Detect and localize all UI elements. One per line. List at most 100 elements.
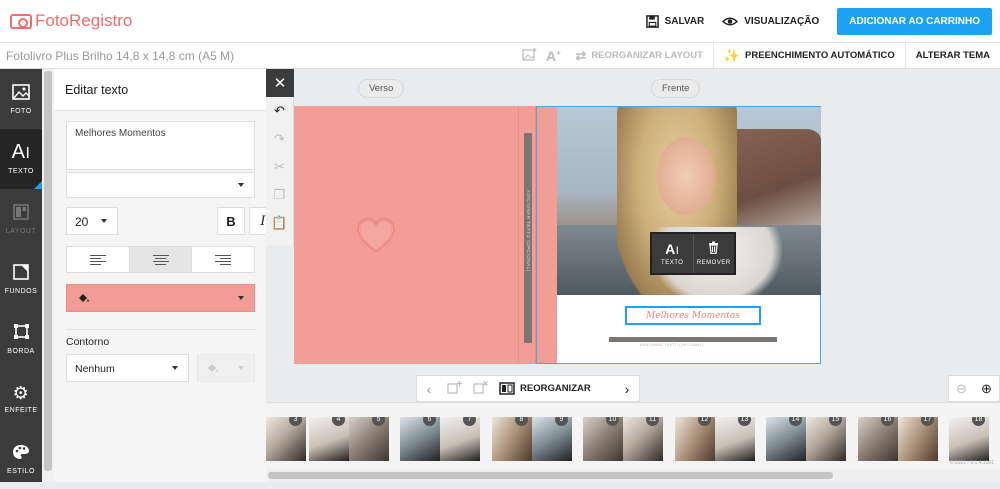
nav-borda[interactable]: BORDA (0, 309, 42, 369)
camera-logo-icon (10, 13, 32, 29)
reorganize-label: REORGANIZAR (520, 383, 591, 394)
front-cover-label: Frente (651, 79, 701, 98)
gear-icon: ⚙ (12, 383, 30, 403)
thumbnail-page[interactable]: 10 (583, 417, 623, 461)
thumbnail-page[interactable]: 9 (532, 417, 572, 461)
cut-icon[interactable]: ✂ (266, 153, 293, 181)
thumbnail-page[interactable]: 11 (623, 417, 663, 461)
thumbnail-spread[interactable]: 10 11 (583, 417, 663, 461)
tool-sidebar: FOTO AI TEXTO LAYOUT FUNDOS BORDA ⚙ ENFE… (0, 69, 42, 482)
edit-text-panel: Editar texto 20 B I U Contorno Nenhum (54, 69, 309, 482)
thumbnail-page[interactable]: 6 (400, 417, 440, 461)
cover-title-textbox[interactable]: Melhores Momentos (625, 306, 761, 325)
reorganize-button[interactable]: REORGANIZAR (499, 382, 591, 395)
thumbnail-page[interactable]: 13 (715, 417, 755, 461)
add-photo-icon[interactable] (517, 47, 541, 64)
add-to-cart-button[interactable]: ADICIONAR AO CARRINHO (837, 7, 992, 35)
top-header: FotoRegistro SALVAR VISUALIZAÇÃO ADICION… (0, 0, 1000, 43)
heart-icon[interactable] (356, 218, 396, 254)
back-cover-page[interactable] (294, 106, 518, 364)
remove-page-icon[interactable] (467, 380, 493, 397)
thumbnail-spread[interactable]: 12 13 (675, 417, 755, 461)
thumbnail-spread[interactable]: 14 15 (766, 417, 846, 461)
outline-color-select[interactable] (197, 354, 255, 382)
thumbnail-page[interactable]: 8 (492, 417, 532, 461)
spine-text-label: ADICIONAR TEXTO (OPCIONAL) (526, 190, 531, 272)
thumbnail-page[interactable]: 16 (858, 417, 898, 461)
outline-label: Contorno (66, 336, 110, 348)
subtitle-placeholder-label: ADICIONAR TEXTO (OPCIONAL) (640, 343, 704, 347)
page-number: 5 (372, 417, 385, 426)
sidebar-scrollbar[interactable] (42, 69, 54, 482)
reorganize-layout-button[interactable]: ⇄ REORGANIZAR LAYOUT (565, 43, 712, 68)
text-content-input[interactable] (66, 121, 255, 170)
copy-icon[interactable]: ❐ (266, 181, 293, 209)
thumbnail-spread[interactable]: 4 5 (309, 417, 389, 461)
close-panel-button[interactable]: ✕ (266, 69, 294, 97)
text-color-select[interactable] (66, 284, 255, 312)
scrollbar-thumb[interactable] (44, 71, 52, 471)
thumbnail-page[interactable]: 7 (440, 417, 480, 461)
add-text-icon[interactable]: A+ (541, 48, 565, 64)
preview-button[interactable]: VISUALIZAÇÃO (722, 16, 819, 27)
auto-fill-button[interactable]: ✨ PREENCHIMENTO AUTOMÁTICO (714, 43, 905, 68)
thumbnail-page[interactable]: 12 (675, 417, 715, 461)
logo[interactable]: FotoRegistro (10, 11, 132, 31)
chevron-down-icon (101, 219, 107, 223)
chevron-left-icon[interactable]: ‹ (417, 381, 441, 397)
nav-layout[interactable]: LAYOUT (0, 189, 42, 249)
paste-icon[interactable]: 📋 (266, 209, 293, 237)
font-size-select[interactable]: 20 (66, 207, 118, 235)
redo-icon[interactable]: ↷ (266, 125, 293, 153)
scrollbar-thumb[interactable] (268, 472, 833, 479)
version-text: © 2021 - 5.1.4.1061 (949, 460, 994, 466)
nav-texto[interactable]: AI TEXTO (0, 129, 42, 189)
thumbnail-page[interactable]: 3 (266, 417, 306, 461)
outline-value: Nenhum (75, 363, 115, 375)
align-left-icon (89, 253, 106, 267)
zoom-out-icon[interactable]: ⊖ (956, 381, 967, 397)
front-cover-bleed (537, 107, 557, 363)
thumbnail-spread[interactable]: 3 (266, 417, 306, 461)
context-remove-button[interactable]: REMOVER (692, 234, 735, 273)
outline-select[interactable]: Nenhum (66, 354, 189, 382)
image-icon (12, 83, 30, 103)
add-page-icon[interactable] (441, 380, 467, 397)
panel-title: Editar texto (54, 69, 266, 111)
thumbnail-page[interactable]: 15 (806, 417, 846, 461)
subtitle-placeholder[interactable] (609, 337, 777, 342)
reorganize-icon (499, 382, 515, 395)
chevron-right-icon[interactable]: › (615, 381, 639, 397)
thumbnail-spread[interactable]: 16 17 (858, 417, 938, 461)
nav-fundos[interactable]: FUNDOS (0, 249, 42, 309)
magic-wand-icon: ✨ (723, 47, 741, 63)
zoom-in-icon[interactable]: ⊕ (981, 381, 992, 397)
font-family-select[interactable] (66, 172, 255, 198)
thumbnail-page[interactable]: 17 (898, 417, 938, 461)
align-right-button[interactable] (192, 247, 254, 272)
save-button[interactable]: SALVAR (645, 14, 704, 28)
top-actions: SALVAR VISUALIZAÇÃO ADICIONAR AO CARRINH… (645, 0, 1000, 42)
context-text-button[interactable]: AI TEXTO (652, 234, 693, 273)
thumbnail-page[interactable]: 4 (309, 417, 349, 461)
undo-icon[interactable]: ↶ (266, 97, 293, 125)
palette-icon (12, 444, 30, 463)
align-left-button[interactable] (67, 247, 130, 272)
thumbnail-page[interactable]: 14 (766, 417, 806, 461)
nav-enfeite[interactable]: ⚙ ENFEITE (0, 369, 42, 429)
background-icon (13, 263, 29, 283)
thumbnail-page[interactable]: 5 (349, 417, 389, 461)
align-center-button[interactable] (129, 247, 193, 272)
bold-button[interactable]: B (217, 207, 245, 235)
thumbnail-spread[interactable]: 6 7 (400, 417, 480, 461)
thumbnail-page[interactable]: 18 (949, 417, 989, 461)
nav-estilo[interactable]: ESTILO (0, 429, 42, 489)
logo-text: FotoRegistro (35, 11, 133, 30)
text-icon: AI (11, 141, 31, 163)
page-number: 6 (423, 417, 436, 426)
change-theme-button[interactable]: ALTERAR TEMA (906, 43, 1000, 68)
nav-foto[interactable]: FOTO (0, 69, 42, 129)
thumbnail-spread[interactable]: 18 (949, 417, 989, 461)
thumbnails-scrollbar[interactable] (266, 469, 1000, 482)
thumbnail-spread[interactable]: 8 9 (492, 417, 572, 461)
